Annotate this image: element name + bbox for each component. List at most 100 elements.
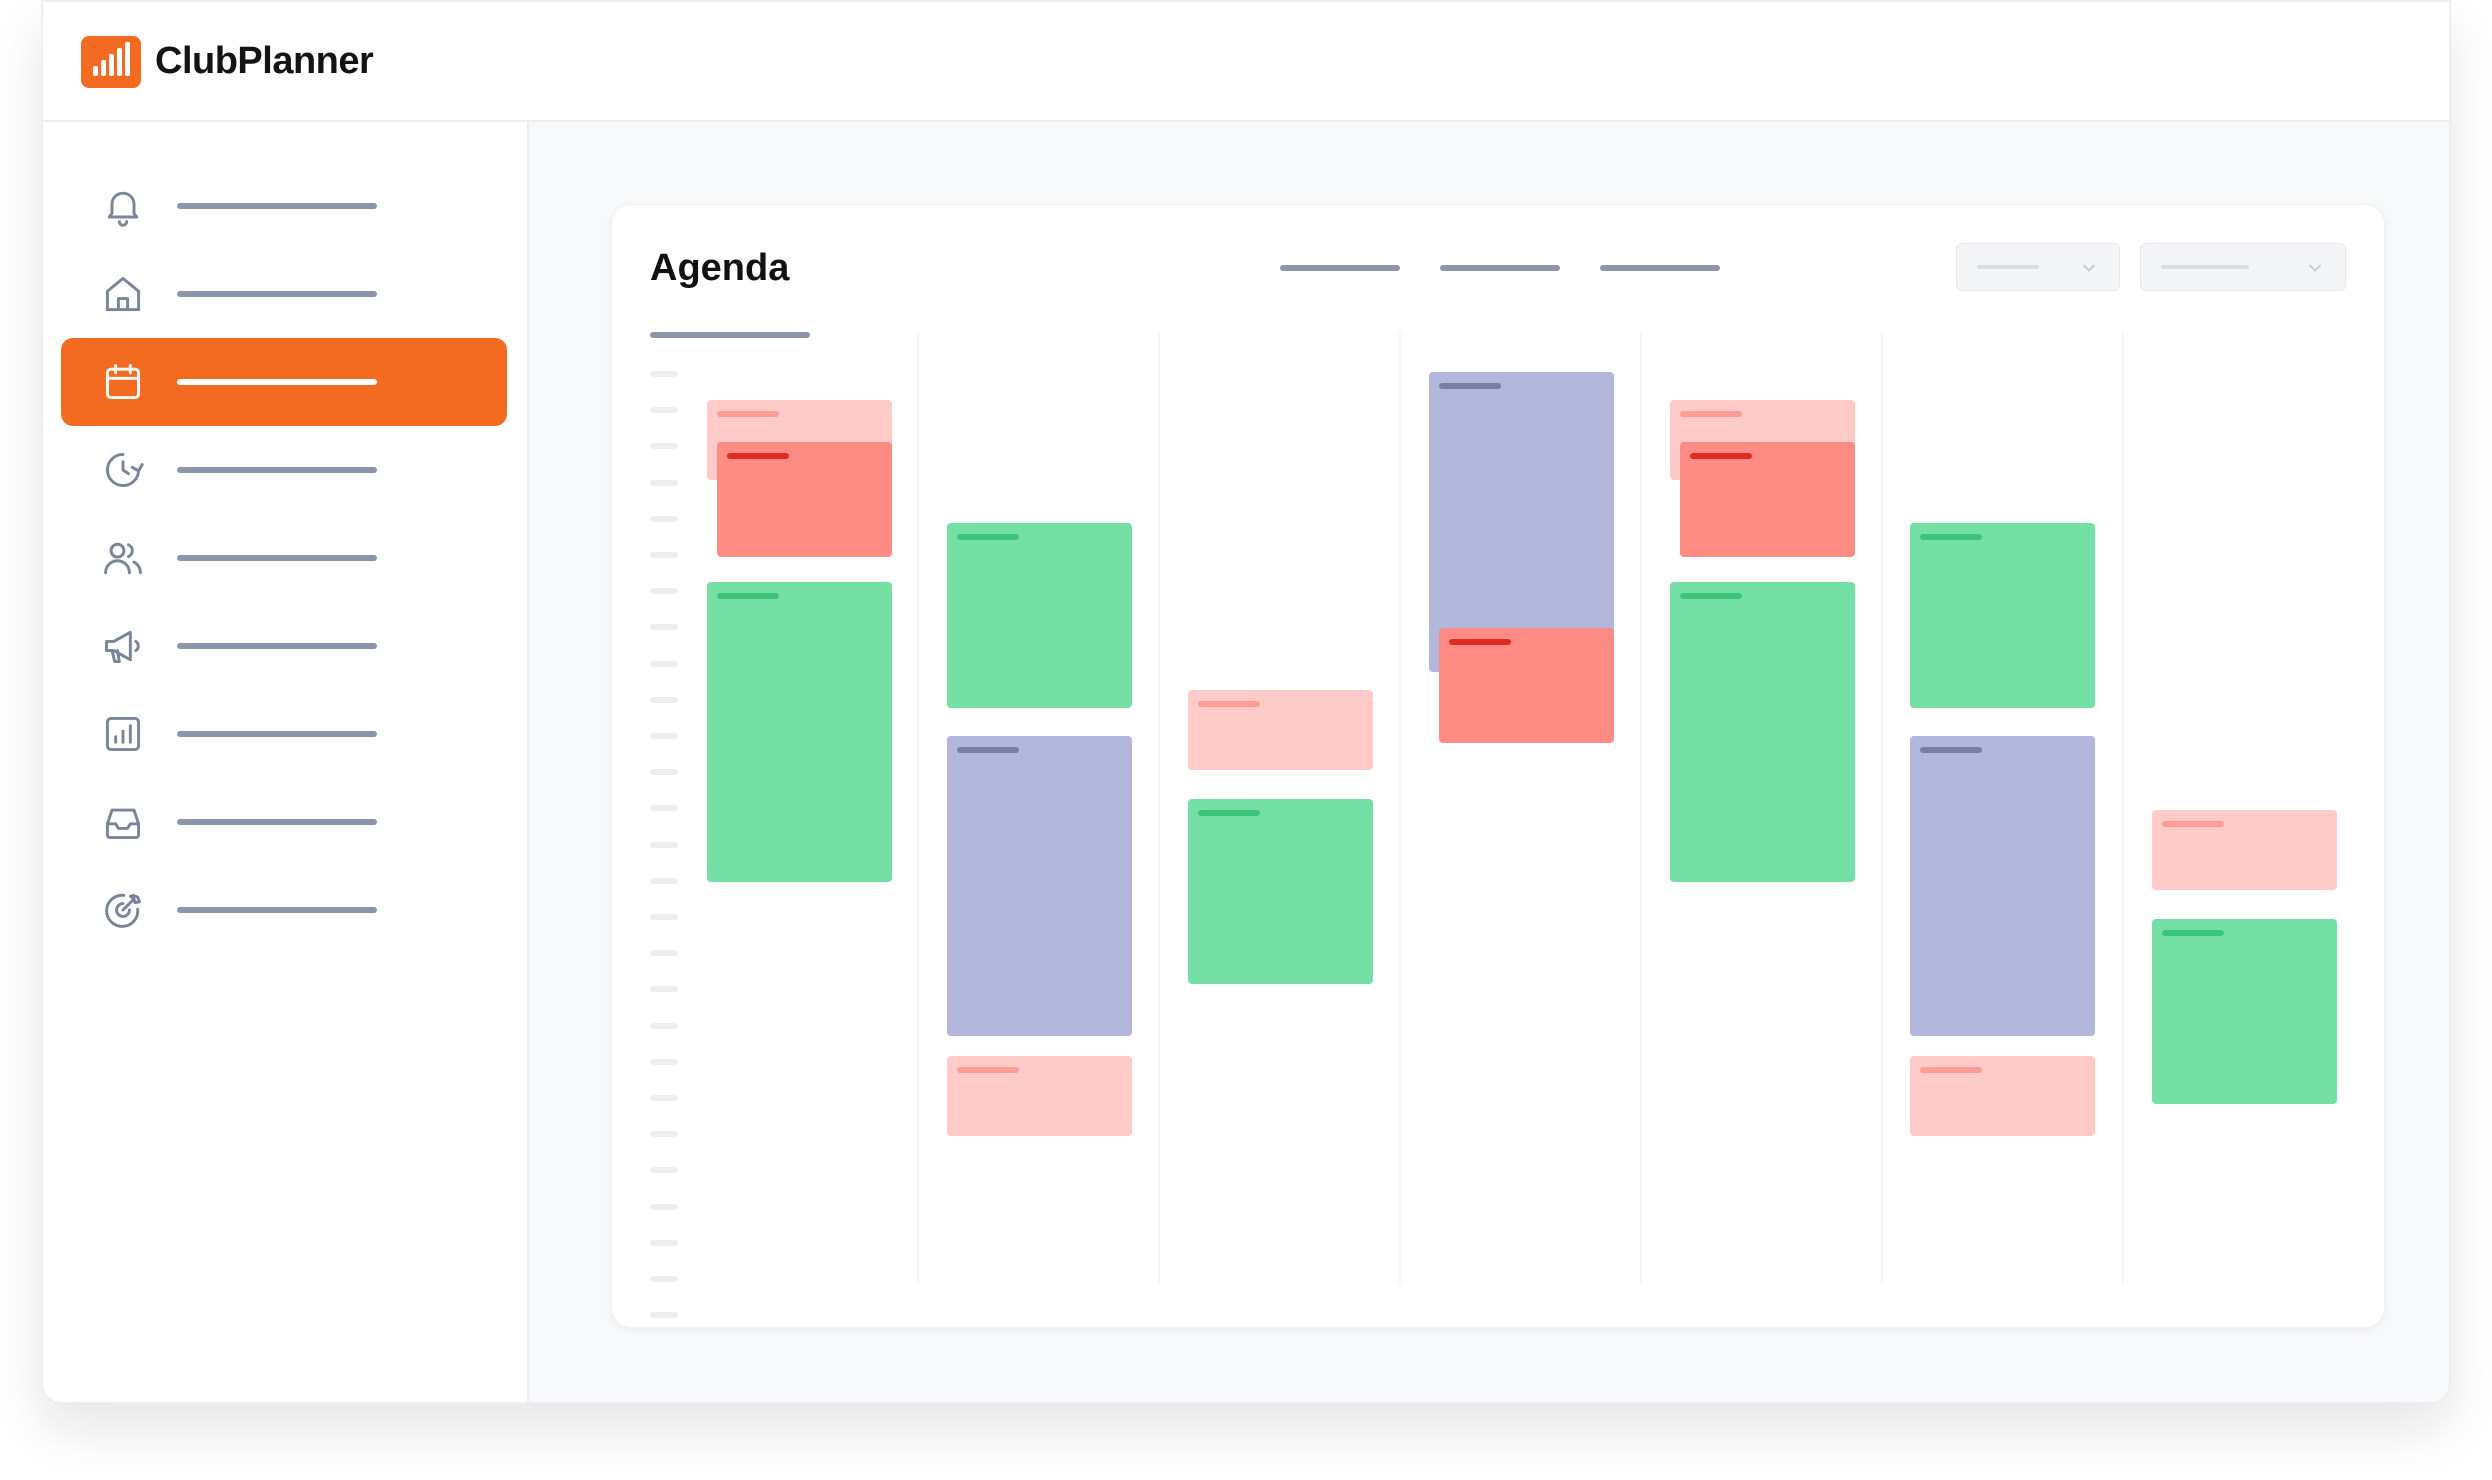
event-title <box>1198 701 1260 707</box>
top-bar: ClubPlanner <box>43 2 2449 122</box>
calendar-event[interactable] <box>947 523 1132 708</box>
megaphone-icon <box>105 630 140 664</box>
event-title <box>1449 639 1511 645</box>
time-tick <box>650 371 678 377</box>
sidebar-item-label <box>177 467 377 473</box>
sidebar-item-members[interactable] <box>61 514 507 602</box>
view-tab-3[interactable] <box>1600 265 1720 271</box>
calendar-event[interactable] <box>1680 442 1855 557</box>
app-window: ClubPlanner Agenda <box>41 0 2451 1404</box>
calendar-event[interactable] <box>947 736 1132 1036</box>
calendar-event[interactable] <box>707 582 892 882</box>
calendar-event[interactable] <box>1188 690 1373 770</box>
event-title <box>717 411 779 417</box>
chart-icon <box>105 716 141 752</box>
sidebar <box>43 122 529 1402</box>
calendar-event[interactable] <box>1910 1056 2095 1136</box>
time-tick <box>650 1203 678 1210</box>
time-tick <box>650 407 678 414</box>
calendar-event[interactable] <box>947 1056 1132 1136</box>
agenda-card: Agenda <box>611 204 2385 1328</box>
time-tick <box>650 950 678 957</box>
time-tick <box>650 515 678 522</box>
time-tick <box>650 914 678 920</box>
filter-select-1[interactable] <box>1956 243 2120 291</box>
date-range-label <box>650 332 810 338</box>
event-title <box>1439 383 1501 389</box>
calendar-event[interactable] <box>1910 523 2095 708</box>
view-tab-2[interactable] <box>1440 265 1560 271</box>
event-title <box>957 747 1019 753</box>
time-tick <box>650 696 678 703</box>
home-icon <box>105 276 141 312</box>
users-icon <box>104 542 142 575</box>
calendar-event[interactable] <box>717 442 892 557</box>
event-title <box>1680 593 1742 599</box>
calendar-event[interactable] <box>1439 628 1614 743</box>
day-column-divider <box>1158 333 1160 1283</box>
time-tick <box>650 769 678 776</box>
sidebar-item-label <box>177 555 377 561</box>
sidebar-item-home[interactable] <box>61 250 507 338</box>
calendar-event[interactable] <box>1188 799 1373 984</box>
event-title <box>1920 534 1982 540</box>
time-tick <box>650 588 678 595</box>
calendar-event[interactable] <box>2152 919 2337 1104</box>
event-title <box>2162 821 2224 827</box>
sidebar-item-label <box>177 643 377 649</box>
calendar-event[interactable] <box>1429 372 1614 672</box>
time-tick <box>650 1058 678 1065</box>
chevron-down-icon <box>2083 264 2095 272</box>
calendar-event[interactable] <box>1670 582 1855 882</box>
day-column-divider <box>2122 333 2124 1283</box>
time-tick <box>650 1239 678 1246</box>
time-tick <box>650 805 678 812</box>
main-content: Agenda <box>531 122 2449 1402</box>
time-tick <box>650 1276 678 1282</box>
filter-select-value <box>2161 265 2249 269</box>
sidebar-item-label <box>177 907 377 913</box>
day-column-divider <box>1640 333 1642 1283</box>
event-title <box>957 534 1019 540</box>
chevron-down-icon <box>2309 264 2321 272</box>
filter-select-value <box>1977 265 2039 269</box>
time-tick <box>650 986 678 993</box>
view-tab-1[interactable] <box>1280 265 1400 271</box>
app-name: ClubPlanner <box>155 40 374 82</box>
calendar-event[interactable] <box>2152 810 2337 890</box>
time-tick <box>650 1131 678 1138</box>
event-title <box>1680 411 1742 417</box>
clock-refresh-icon <box>105 452 144 488</box>
sidebar-item-label <box>177 379 377 385</box>
sidebar-item-goals[interactable] <box>61 866 507 954</box>
time-tick <box>650 1095 678 1101</box>
sidebar-item-agenda[interactable] <box>61 338 507 426</box>
time-tick <box>650 1167 678 1174</box>
event-title <box>1690 453 1752 459</box>
clubplanner-logo-icon[interactable] <box>81 36 141 88</box>
sidebar-item-history[interactable] <box>61 426 507 514</box>
time-tick <box>650 1312 678 1319</box>
time-tick <box>650 1022 678 1029</box>
event-title <box>1198 810 1260 816</box>
event-title <box>727 453 789 459</box>
time-tick <box>650 479 678 486</box>
time-tick <box>650 443 678 450</box>
sidebar-item-notifications[interactable] <box>61 162 507 250</box>
time-tick <box>650 841 678 848</box>
inbox-icon <box>105 808 141 840</box>
sidebar-item-inbox[interactable] <box>61 778 507 866</box>
time-tick <box>650 733 678 739</box>
filter-select-2[interactable] <box>2140 243 2346 291</box>
target-icon <box>105 893 141 928</box>
sidebar-item-marketing[interactable] <box>61 602 507 690</box>
day-column-divider <box>1399 333 1401 1283</box>
day-column-divider <box>1881 333 1883 1283</box>
sidebar-item-reports[interactable] <box>61 690 507 778</box>
time-tick <box>650 660 678 667</box>
sidebar-item-label <box>177 731 377 737</box>
time-tick <box>650 624 678 631</box>
calendar-event[interactable] <box>1910 736 2095 1036</box>
sidebar-item-label <box>177 819 377 825</box>
event-title <box>1920 747 1982 753</box>
